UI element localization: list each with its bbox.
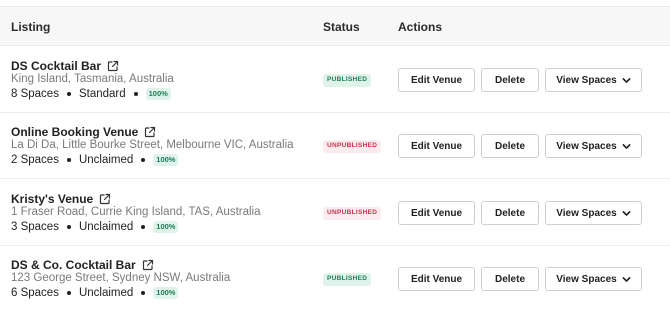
venue-address: King Island, Tasmania, Australia bbox=[11, 73, 174, 85]
column-header-status: Status bbox=[323, 20, 360, 34]
venue-name[interactable]: DS & Co. Cocktail Bar bbox=[11, 258, 136, 272]
separator-dot bbox=[66, 158, 71, 162]
separator-dot bbox=[66, 92, 71, 96]
edit-venue-button[interactable]: Edit Venue bbox=[398, 68, 475, 92]
status-badge: UNPUBLISHED bbox=[323, 207, 382, 220]
venue-meta: 3 Spaces Unclaimed 100% bbox=[11, 221, 179, 233]
external-link-icon[interactable] bbox=[142, 259, 154, 271]
status-badge: PUBLISHED bbox=[323, 273, 372, 286]
external-link-icon[interactable] bbox=[144, 126, 156, 138]
venue-name[interactable]: Online Booking Venue bbox=[11, 125, 138, 139]
table-row: Kristy's Venue 1 Fraser Road, Currie Kin… bbox=[0, 180, 670, 246]
chevron-down-icon bbox=[622, 143, 631, 149]
chevron-down-icon bbox=[622, 210, 631, 216]
view-spaces-label: View Spaces bbox=[556, 140, 617, 152]
chevron-down-icon bbox=[622, 276, 631, 282]
external-link-icon[interactable] bbox=[99, 193, 111, 205]
separator-dot bbox=[141, 225, 146, 229]
venue-meta: 6 Spaces Unclaimed 100% bbox=[11, 287, 179, 299]
completion-badge: 100% bbox=[153, 221, 179, 233]
delete-button[interactable]: Delete bbox=[481, 68, 539, 92]
view-spaces-label: View Spaces bbox=[556, 273, 617, 285]
completion-badge: 100% bbox=[153, 154, 179, 166]
external-link-icon[interactable] bbox=[107, 60, 119, 72]
column-header-actions: Actions bbox=[398, 20, 443, 34]
claim-status: Standard bbox=[78, 88, 126, 100]
separator-dot bbox=[133, 92, 138, 96]
delete-button[interactable]: Delete bbox=[481, 134, 539, 158]
view-spaces-button[interactable]: View Spaces bbox=[545, 134, 642, 158]
venue-address: La Di Da, Little Bourke Street, Melbourn… bbox=[11, 139, 294, 151]
completion-badge: 100% bbox=[145, 88, 171, 100]
view-spaces-button[interactable]: View Spaces bbox=[545, 68, 642, 92]
column-header-listing: Listing bbox=[11, 20, 51, 34]
space-count: 8 Spaces bbox=[11, 88, 59, 100]
venue-meta: 2 Spaces Unclaimed 100% bbox=[11, 154, 179, 166]
venue-address: 1 Fraser Road, Currie King Island, TAS, … bbox=[11, 206, 261, 218]
table-row: DS & Co. Cocktail Bar 123 George Street,… bbox=[0, 246, 670, 311]
claim-status: Unclaimed bbox=[78, 221, 134, 233]
delete-button[interactable]: Delete bbox=[481, 267, 539, 291]
venue-listing-table: Listing Status Actions DS Cocktail Bar K… bbox=[0, 0, 670, 311]
chevron-down-icon bbox=[622, 77, 631, 83]
view-spaces-label: View Spaces bbox=[556, 74, 617, 86]
claim-status: Unclaimed bbox=[78, 287, 134, 299]
table-row: DS Cocktail Bar King Island, Tasmania, A… bbox=[0, 47, 670, 113]
view-spaces-label: View Spaces bbox=[556, 207, 617, 219]
table-header: Listing Status Actions bbox=[0, 6, 670, 46]
venue-name[interactable]: Kristy's Venue bbox=[11, 192, 93, 206]
separator-dot bbox=[141, 291, 146, 295]
table-row: Online Booking Venue La Di Da, Little Bo… bbox=[0, 113, 670, 179]
edit-venue-button[interactable]: Edit Venue bbox=[398, 267, 475, 291]
venue-meta: 8 Spaces Standard 100% bbox=[11, 88, 171, 100]
view-spaces-button[interactable]: View Spaces bbox=[545, 267, 642, 291]
completion-badge: 100% bbox=[153, 287, 179, 299]
status-badge: PUBLISHED bbox=[323, 74, 372, 87]
edit-venue-button[interactable]: Edit Venue bbox=[398, 201, 475, 225]
space-count: 3 Spaces bbox=[11, 221, 59, 233]
view-spaces-button[interactable]: View Spaces bbox=[545, 201, 642, 225]
venue-name[interactable]: DS Cocktail Bar bbox=[11, 59, 101, 73]
edit-venue-button[interactable]: Edit Venue bbox=[398, 134, 475, 158]
status-badge: UNPUBLISHED bbox=[323, 140, 382, 153]
space-count: 2 Spaces bbox=[11, 154, 59, 166]
claim-status: Unclaimed bbox=[78, 154, 134, 166]
separator-dot bbox=[66, 225, 71, 229]
space-count: 6 Spaces bbox=[11, 287, 59, 299]
separator-dot bbox=[66, 291, 71, 295]
separator-dot bbox=[141, 158, 146, 162]
venue-address: 123 George Street, Sydney NSW, Australia bbox=[11, 272, 231, 284]
delete-button[interactable]: Delete bbox=[481, 201, 539, 225]
